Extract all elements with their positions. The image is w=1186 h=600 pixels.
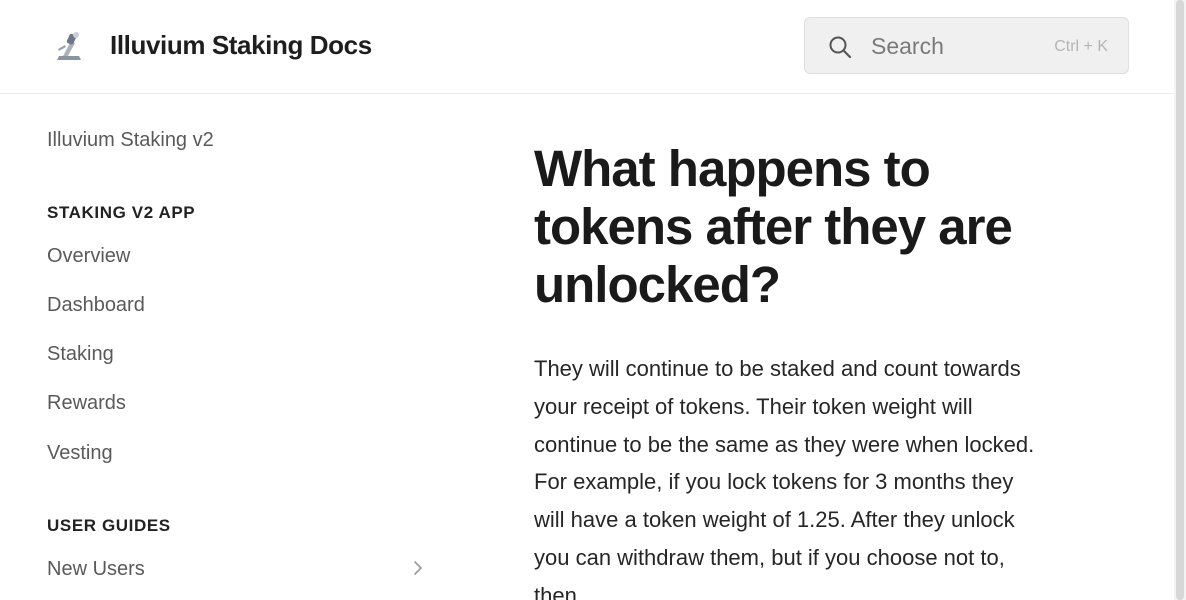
sidebar-item-new-users[interactable]: New Users xyxy=(47,558,145,581)
page-title: What happens to tokens after they are un… xyxy=(534,140,1013,313)
sidebar-nav: Illuvium Staking v2 STAKING V2 APP Overv… xyxy=(0,95,470,600)
sidebar-item-dashboard[interactable]: Dashboard xyxy=(47,294,145,317)
sidebar-item-illuvium-staking-v2[interactable]: Illuvium Staking v2 xyxy=(47,129,214,152)
site-title[interactable]: Illuvium Staking Docs xyxy=(110,30,372,61)
search-icon xyxy=(829,36,852,59)
search-input[interactable]: Search Ctrl + K xyxy=(804,17,1129,74)
sidebar-heading-user-guides: USER GUIDES xyxy=(47,516,171,535)
page-scrollbar[interactable] xyxy=(1174,0,1186,600)
search-placeholder: Search xyxy=(871,33,944,59)
answer-paragraph: They will continue to be staked and coun… xyxy=(534,356,1035,600)
sidebar-item-vesting[interactable]: Vesting xyxy=(47,442,113,465)
main-content: What happens to tokens after they are un… xyxy=(534,140,1054,600)
scrollbar-thumb[interactable] xyxy=(1176,0,1184,600)
sidebar-item-rewards[interactable]: Rewards xyxy=(47,392,126,415)
search-shortcut-hint: Ctrl + K xyxy=(1054,38,1108,55)
sidebar-item-overview[interactable]: Overview xyxy=(47,245,130,268)
sidebar-heading-staking-v2-app: STAKING V2 APP xyxy=(47,203,196,222)
top-header: Illuvium Staking Docs Search Ctrl + K xyxy=(0,0,1174,94)
sidebar-item-staking[interactable]: Staking xyxy=(47,343,114,366)
chevron-right-icon[interactable] xyxy=(410,556,426,580)
illuvium-logo-icon[interactable] xyxy=(53,29,85,63)
